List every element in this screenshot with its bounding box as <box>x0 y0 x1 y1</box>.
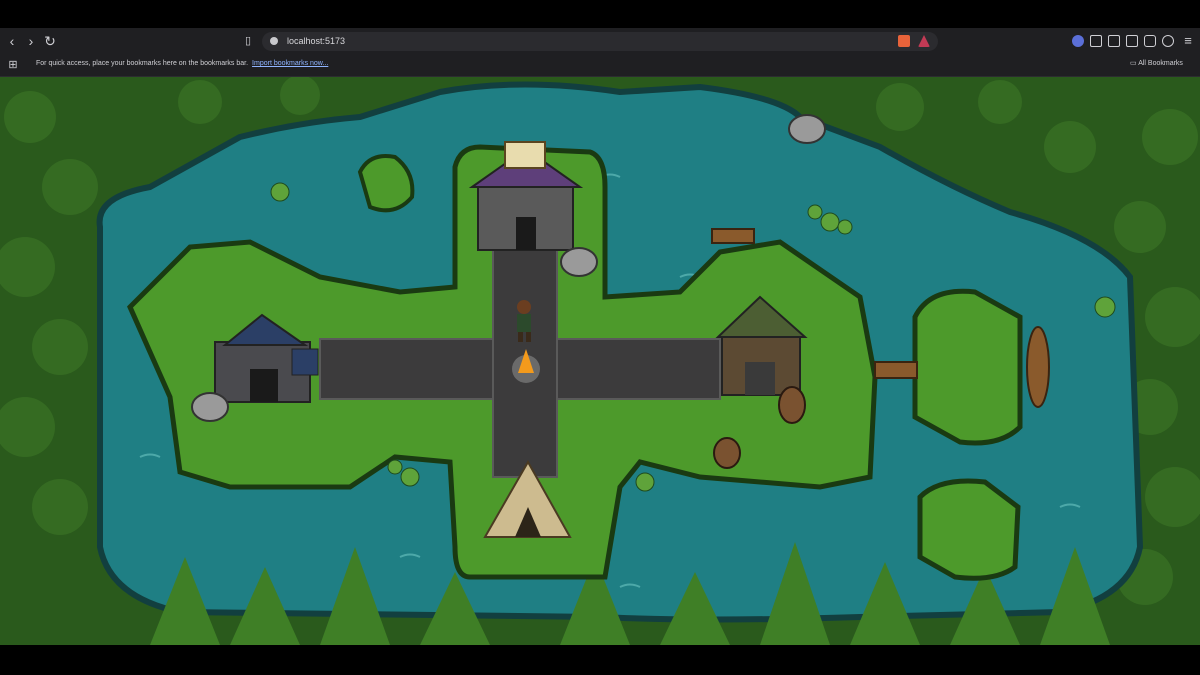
vpn-icon[interactable] <box>1162 35 1174 47</box>
boulder <box>788 114 826 144</box>
import-bookmarks-link[interactable]: Import bookmarks now... <box>252 60 328 67</box>
extension-icon[interactable] <box>1072 35 1084 47</box>
wallet-icon[interactable] <box>1126 35 1138 47</box>
east-islet <box>912 288 1023 446</box>
wooden-bridge[interactable] <box>874 361 918 379</box>
sidebar-icon[interactable] <box>1108 35 1120 47</box>
all-bookmarks-label: All Bookmarks <box>1138 60 1183 67</box>
bench[interactable] <box>711 228 755 244</box>
brave-shield-icon[interactable] <box>898 35 910 47</box>
url-text[interactable]: localhost:5173 <box>287 35 345 47</box>
bookmarks-message: For quick access, place your bookmarks h… <box>36 59 328 69</box>
barrel[interactable] <box>778 386 806 424</box>
open-book-icon <box>504 141 546 169</box>
letterbox-bottom <box>0 645 1200 675</box>
leo-icon[interactable] <box>1144 35 1156 47</box>
apps-grid-icon[interactable]: ⊞ <box>5 57 21 73</box>
southeast-islet <box>917 478 1021 581</box>
bookmarks-message-text: For quick access, place your bookmarks h… <box>36 60 249 67</box>
bookmark-icon[interactable]: ▯ <box>240 33 256 49</box>
hammer-sign-icon <box>291 348 319 376</box>
folder-icon: ▭ <box>1130 60 1139 67</box>
extension-icon[interactable] <box>1090 35 1102 47</box>
reload-icon[interactable]: ↻ <box>42 33 58 49</box>
site-info-icon[interactable] <box>270 37 278 45</box>
all-bookmarks-button[interactable]: ▭ All Bookmarks <box>1130 58 1183 69</box>
rock-pile <box>560 247 598 277</box>
rock-pile <box>191 392 229 422</box>
north-islet <box>357 154 415 213</box>
game-canvas[interactable] <box>0 77 1200 645</box>
address-bar[interactable] <box>262 32 938 51</box>
back-arrow-icon[interactable]: ‹ <box>4 33 20 49</box>
rowboat[interactable] <box>1026 326 1050 408</box>
letterbox-top <box>0 0 1200 28</box>
game-scene[interactable] <box>0 77 1200 645</box>
barrel[interactable] <box>713 437 741 469</box>
forward-arrow-icon[interactable]: › <box>23 33 39 49</box>
library-door[interactable] <box>516 217 536 250</box>
menu-icon[interactable]: ≡ <box>1180 33 1196 49</box>
